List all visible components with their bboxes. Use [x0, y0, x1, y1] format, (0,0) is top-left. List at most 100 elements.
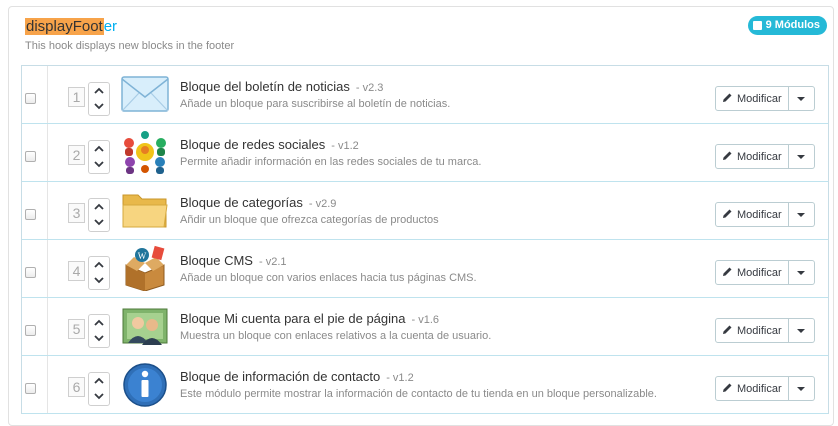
caret-down-icon — [797, 328, 806, 333]
move-down-icon[interactable] — [94, 275, 104, 285]
info-icon — [120, 361, 170, 407]
modify-button[interactable]: Modificar — [715, 318, 789, 343]
actions-dropdown-toggle[interactable] — [788, 318, 815, 343]
modify-button-label: Modificar — [737, 92, 782, 105]
cms-box-icon: W — [120, 245, 170, 292]
actions-dropdown-toggle[interactable] — [788, 86, 815, 111]
reorder-controls — [88, 372, 110, 406]
move-down-icon[interactable] — [94, 217, 104, 227]
module-row[interactable]: 4 W Bloque CMS - v2.1 Añade un bloque con… — [22, 240, 828, 298]
module-select-checkbox[interactable] — [25, 383, 36, 394]
module-name-text: Bloque de redes sociales — [180, 137, 326, 152]
module-row[interactable]: 1 Bloque del boletín de noticias - v2.3 A… — [22, 66, 828, 124]
reorder-controls — [88, 140, 110, 174]
reorder-controls — [88, 82, 110, 116]
module-name-text: Bloque CMS — [180, 253, 253, 268]
module-position: 3 — [68, 203, 85, 223]
module-version: - v1.2 — [386, 372, 414, 384]
module-count-label: 9 Módulos — [765, 19, 820, 31]
move-down-icon[interactable] — [94, 159, 104, 169]
row-divider — [47, 240, 48, 297]
account-users-icon — [120, 303, 170, 349]
move-up-icon[interactable] — [94, 318, 104, 328]
module-select-checkbox[interactable] — [25, 151, 36, 162]
move-up-icon[interactable] — [94, 86, 104, 96]
modify-button-label: Modificar — [737, 150, 782, 163]
caret-down-icon — [797, 212, 806, 217]
module-select-checkbox[interactable] — [25, 209, 36, 220]
hook-title: displayFooter — [25, 17, 117, 37]
module-actions: Modificar — [715, 86, 815, 111]
module-description: Añdir un bloque que ofrezca categorías d… — [180, 214, 439, 226]
module-actions: Modificar — [715, 202, 815, 227]
modify-button[interactable]: Modificar — [715, 86, 789, 111]
caret-down-icon — [797, 270, 806, 275]
module-position: 1 — [68, 87, 85, 107]
module-position: 5 — [68, 319, 85, 339]
module-row[interactable]: 3 Bloque de categorías - v2.9 Añdir un bl… — [22, 182, 828, 240]
module-description: Añade un bloque con varios enlaces hacia… — [180, 272, 477, 284]
hook-title-rest: er — [103, 18, 118, 35]
modify-button[interactable]: Modificar — [715, 260, 789, 285]
module-version: - v1.6 — [411, 314, 440, 326]
module-actions: Modificar — [715, 318, 815, 343]
module-version: - v2.3 — [355, 82, 384, 94]
module-row[interactable]: 6 Bloque de información de contacto - v1.… — [22, 356, 828, 414]
folder-icon — [120, 187, 170, 233]
modify-button[interactable]: Modificar — [715, 144, 789, 169]
actions-dropdown-toggle[interactable] — [788, 376, 815, 401]
module-actions: Modificar — [715, 144, 815, 169]
pencil-icon — [722, 324, 733, 338]
row-divider — [47, 124, 48, 181]
module-select-checkbox[interactable] — [25, 267, 36, 278]
module-description: Permite añadir información en las redes … — [180, 156, 482, 168]
module-count-badge: 9 Módulos — [747, 16, 827, 35]
row-divider — [47, 66, 48, 123]
actions-dropdown-toggle[interactable] — [788, 144, 815, 169]
module-actions: Modificar — [715, 260, 815, 285]
module-select-checkbox[interactable] — [25, 325, 36, 336]
modify-button[interactable]: Modificar — [715, 202, 789, 227]
checkbox-icon — [752, 21, 762, 30]
modify-button[interactable]: Modificar — [715, 376, 789, 401]
hook-description: This hook displays new blocks in the foo… — [25, 40, 235, 52]
move-up-icon[interactable] — [94, 144, 104, 154]
module-position: 6 — [68, 377, 85, 397]
row-divider — [47, 298, 48, 355]
caret-down-icon — [797, 154, 806, 159]
module-select-checkbox[interactable] — [25, 93, 36, 104]
actions-dropdown-toggle[interactable] — [788, 260, 815, 285]
module-list: 1 Bloque del boletín de noticias - v2.3 A… — [21, 65, 829, 414]
module-name: Bloque del boletín de noticias - v2.3 — [180, 79, 383, 94]
envelope-icon — [120, 71, 170, 117]
reorder-controls — [88, 256, 110, 290]
pencil-icon — [722, 208, 733, 222]
module-version: - v1.2 — [331, 140, 359, 152]
hook-panel: displayFooter This hook displays new blo… — [8, 6, 834, 426]
hook-title-highlight: displayFoot — [25, 18, 104, 35]
module-name-text: Bloque del boletín de noticias — [180, 79, 350, 94]
module-row[interactable]: 2 Bloque de redes sociales - v1.2 Permit… — [22, 124, 828, 182]
move-up-icon[interactable] — [94, 202, 104, 212]
module-position: 4 — [68, 261, 85, 281]
module-position: 2 — [68, 145, 85, 165]
social-network-icon — [120, 129, 170, 175]
move-down-icon[interactable] — [94, 101, 104, 111]
caret-down-icon — [797, 96, 806, 101]
module-name: Bloque de información de contacto - v1.2 — [180, 369, 414, 384]
module-version: - v2.9 — [308, 198, 337, 210]
module-description: Añade un bloque para suscribirse al bole… — [180, 98, 451, 110]
module-row[interactable]: 5 Bloque Mi cuenta para el pie de página… — [22, 298, 828, 356]
module-name-text: Bloque Mi cuenta para el pie de página — [180, 311, 406, 326]
pencil-icon — [722, 266, 733, 280]
move-up-icon[interactable] — [94, 260, 104, 270]
row-divider — [47, 356, 48, 413]
move-up-icon[interactable] — [94, 376, 104, 386]
caret-down-icon — [797, 386, 806, 391]
actions-dropdown-toggle[interactable] — [788, 202, 815, 227]
reorder-controls — [88, 198, 110, 232]
move-down-icon[interactable] — [94, 391, 104, 401]
move-down-icon[interactable] — [94, 333, 104, 343]
module-name-text: Bloque de categorías — [180, 195, 303, 210]
module-name: Bloque de redes sociales - v1.2 — [180, 137, 359, 152]
